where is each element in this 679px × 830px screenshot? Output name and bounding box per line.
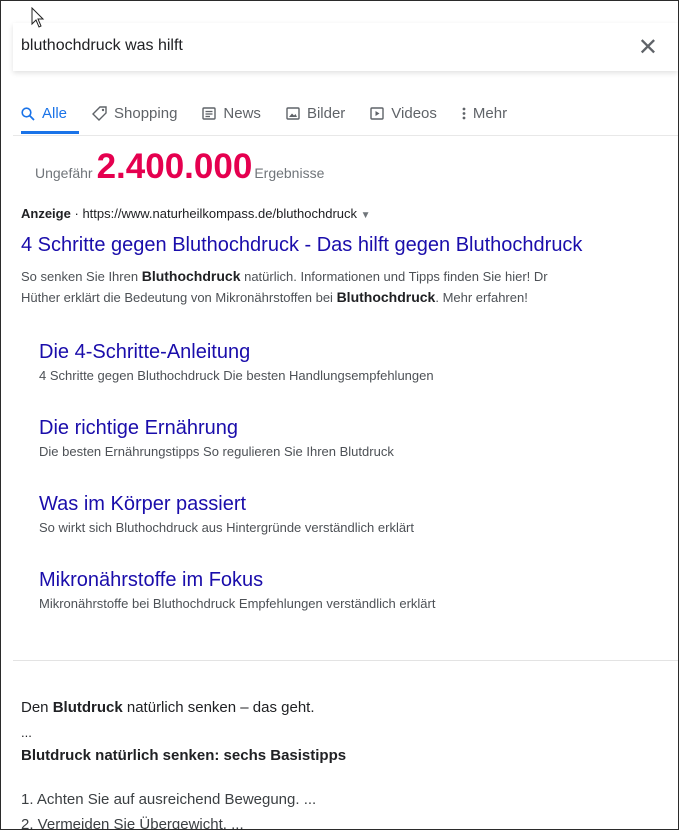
more-vert-icon (462, 107, 466, 120)
sitelink-title[interactable]: Die 4-Schritte-Anleitung (39, 341, 434, 364)
snippet-ellipsis: ... (21, 725, 32, 740)
search-bar[interactable]: bluthochdruck was hilft ✕ (13, 23, 678, 71)
video-icon (370, 107, 384, 120)
tab-label: Videos (391, 105, 437, 122)
ad-url[interactable]: https://www.naturheilkompass.de/bluthoch… (82, 206, 357, 221)
ad-separator: · (74, 206, 79, 221)
tab-alle[interactable]: Alle (21, 105, 67, 122)
browser-viewport: bluthochdruck was hilft ✕ Alle Shopping … (0, 0, 679, 830)
sitelink[interactable]: Mikronährstoffe im Fokus Mikronährstoffe… (39, 569, 435, 611)
sitelink-desc: 4 Schritte gegen Bluthochdruck Die beste… (39, 368, 434, 383)
sitelink-title[interactable]: Die richtige Ernährung (39, 417, 394, 440)
tab-label: Shopping (114, 105, 178, 122)
results-suffix: Ergebnisse (254, 165, 325, 181)
sitelink-title[interactable]: Mikronährstoffe im Fokus (39, 569, 435, 592)
tab-news[interactable]: News (202, 105, 261, 122)
active-tab-indicator (21, 131, 79, 134)
snippet-part: natürlich senken – das geht. (122, 699, 315, 716)
search-tabs: Alle Shopping News Bilder Videos Mehr (21, 105, 532, 122)
sitelink-desc: Die besten Ernährungstipps So regulieren… (39, 444, 394, 459)
ad-desc-text: natürlich. Informationen und Tipps finde… (240, 269, 548, 284)
ad-description: So senken Sie Ihren Bluthochdruck natürl… (21, 266, 678, 308)
tab-mehr[interactable]: Mehr (462, 105, 507, 122)
tab-label: Mehr (472, 105, 508, 122)
sitelink-title[interactable]: Was im Körper passiert (39, 493, 414, 516)
snippet-part: Den (21, 699, 53, 716)
results-prefix: Ungefähr (35, 165, 93, 181)
tab-shopping[interactable]: Shopping (92, 105, 177, 122)
news-icon (202, 107, 217, 120)
ad-title-link[interactable]: 4 Schritte gegen Bluthochdruck - Das hil… (21, 234, 582, 257)
search-input[interactable]: bluthochdruck was hilft (21, 37, 183, 55)
ad-desc-bold: Bluthochdruck (336, 289, 436, 305)
snippet-bold: Blutdruck (52, 699, 123, 716)
ad-desc-bold: Bluthochdruck (141, 268, 241, 284)
snippet-heading: Blutdruck natürlich senken: sechs Basist… (21, 747, 346, 764)
list-item: 2. Vermeiden Sie Übergewicht. ... (21, 816, 244, 830)
ad-header: Anzeige · https://www.naturheilkompass.d… (21, 206, 371, 221)
close-icon[interactable]: ✕ (638, 33, 658, 62)
tab-label: Bilder (306, 105, 346, 122)
sitelink[interactable]: Die 4-Schritte-Anleitung 4 Schritte gege… (39, 341, 434, 383)
chevron-down-icon[interactable]: ▼ (361, 210, 371, 221)
snippet-text: Den Blutdruck natürlich senken – das geh… (21, 699, 315, 716)
results-count: Ungefähr 2.400.000 Ergebnisse (35, 149, 324, 184)
ad-desc-text: . Mehr erfahren! (435, 290, 528, 305)
search-icon (21, 106, 35, 121)
tab-label: News (223, 105, 261, 122)
image-icon (286, 107, 300, 120)
tab-bilder[interactable]: Bilder (286, 105, 345, 122)
results-number: 2.400.000 (96, 147, 253, 186)
snippet-heading-text: Blutdruck natürlich senken: sechs Basist… (21, 747, 347, 764)
ad-desc-text: So senken Sie Ihren (21, 269, 142, 284)
divider (13, 660, 678, 661)
list-item: 1. Achten Sie auf ausreichend Bewegung. … (21, 791, 317, 808)
divider (13, 135, 678, 136)
tab-videos[interactable]: Videos (370, 105, 437, 122)
ad-desc-text: Hüther erklärt die Bedeutung von Mikronä… (21, 290, 337, 305)
tab-label: Alle (42, 105, 68, 122)
ad-badge: Anzeige (21, 206, 71, 221)
tag-icon (92, 106, 107, 121)
sitelink-desc: Mikronährstoffe bei Bluthochdruck Empfeh… (39, 596, 436, 611)
sitelink-desc: So wirkt sich Bluthochdruck aus Hintergr… (39, 520, 415, 535)
sitelink[interactable]: Die richtige Ernährung Die besten Ernähr… (39, 417, 394, 459)
sitelink[interactable]: Was im Körper passiert So wirkt sich Blu… (39, 493, 414, 535)
